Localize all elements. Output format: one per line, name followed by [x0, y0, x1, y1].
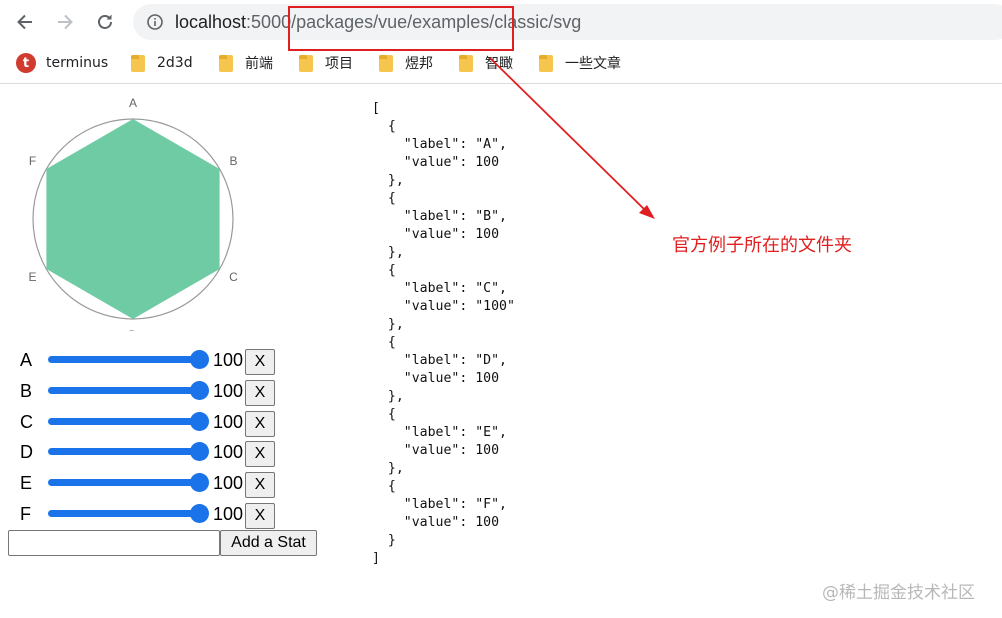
annotation-text: 官方例子所在的文件夹 [672, 235, 852, 256]
watermark: @稀土掘金技术社区 [822, 583, 975, 603]
annotation-arrow-icon [489, 57, 655, 219]
